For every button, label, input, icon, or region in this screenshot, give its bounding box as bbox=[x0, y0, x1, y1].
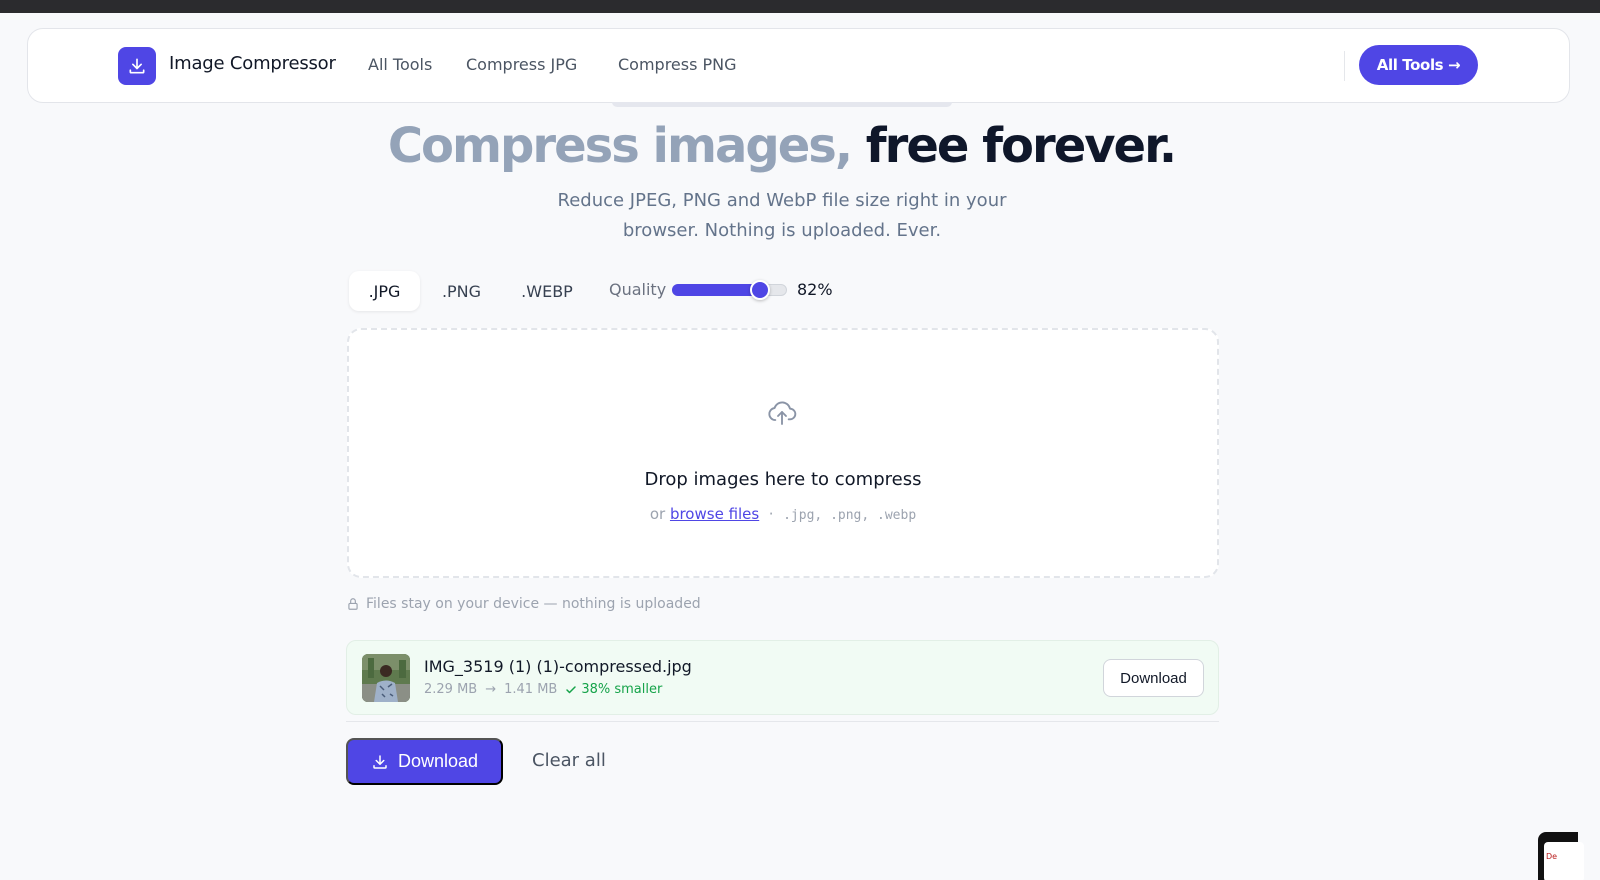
download-icon bbox=[373, 754, 387, 769]
privacy-note: Files stay on your device — nothing is u… bbox=[346, 596, 701, 612]
dropzone-title: Drop images here to compress bbox=[644, 469, 922, 490]
file-row: IMG_3519 (1) (1)-compressed.jpg 2.29 MB … bbox=[346, 640, 1219, 715]
hero-subtitle: Reduce JPEG, PNG and WebP file size righ… bbox=[557, 190, 1007, 241]
quality-slider-fill bbox=[672, 284, 760, 296]
nav-link-compress-png[interactable]: Compress PNG bbox=[618, 55, 737, 74]
dropzone[interactable] bbox=[347, 328, 1219, 578]
format-tab-png[interactable]: .PNG bbox=[430, 271, 493, 311]
clear-all-button[interactable]: Clear all bbox=[532, 750, 606, 771]
thumbnail-image bbox=[362, 654, 410, 702]
browser-tab-strip bbox=[0, 0, 1600, 13]
logo[interactable] bbox=[118, 47, 156, 85]
quality-value: 82% bbox=[797, 280, 833, 299]
cloud-upload-icon bbox=[768, 401, 797, 425]
brand-name[interactable]: Image Compressor bbox=[169, 53, 336, 74]
privacy-text: Files stay on your device — nothing is u… bbox=[366, 596, 701, 612]
corner-widget[interactable]: De bbox=[1538, 832, 1584, 880]
nav-divider bbox=[1344, 51, 1345, 81]
lock-icon bbox=[348, 598, 358, 610]
hero-title-muted: Compress images, bbox=[387, 118, 853, 174]
dropzone-separator: · bbox=[768, 505, 774, 523]
file-download-button[interactable]: Download bbox=[1103, 659, 1204, 697]
saving-text: 38% smaller bbox=[581, 682, 663, 697]
corner-widget-label: De bbox=[1544, 842, 1584, 880]
download-all-label: Download bbox=[397, 751, 479, 771]
all-tools-cta-button[interactable]: All Tools → bbox=[1359, 45, 1478, 85]
file-thumbnail bbox=[362, 654, 410, 702]
size-arrow: → bbox=[485, 682, 497, 697]
check-icon bbox=[566, 685, 577, 693]
browse-files-link[interactable]: browse files bbox=[670, 505, 759, 523]
download-all-button[interactable]: Download bbox=[346, 738, 503, 785]
saving-badge: 38% smaller bbox=[565, 682, 662, 697]
download-icon bbox=[129, 58, 145, 74]
file-name: IMG_3519 (1) (1)-compressed.jpg bbox=[424, 657, 692, 676]
file-meta: 2.29 MB → 1.41 MB 38% smaller bbox=[424, 682, 662, 697]
top-navbar: Image Compressor All Tools Compress JPG … bbox=[27, 28, 1570, 103]
original-size: 2.29 MB bbox=[424, 682, 478, 697]
decorative-bar bbox=[612, 102, 952, 107]
format-tab-jpg[interactable]: .JPG bbox=[349, 271, 420, 311]
quality-label: Quality bbox=[609, 280, 667, 299]
accepted-extensions: .jpg, .png, .webp bbox=[783, 508, 917, 523]
nav-link-all-tools[interactable]: All Tools bbox=[368, 55, 432, 74]
list-divider bbox=[346, 721, 1219, 722]
nav-link-compress-jpg[interactable]: Compress JPG bbox=[466, 55, 577, 74]
dropzone-or-text: or bbox=[649, 505, 666, 523]
hero-title-strong: free forever. bbox=[865, 118, 1177, 174]
hero-title: Compress images, free forever. bbox=[0, 118, 1563, 174]
dropzone-subtext: or browse files · .jpg, .png, .webp bbox=[347, 505, 1219, 523]
compressed-size: 1.41 MB bbox=[504, 682, 558, 697]
quality-slider-thumb[interactable] bbox=[749, 280, 770, 300]
format-tab-webp[interactable]: .WEBP bbox=[507, 271, 587, 311]
